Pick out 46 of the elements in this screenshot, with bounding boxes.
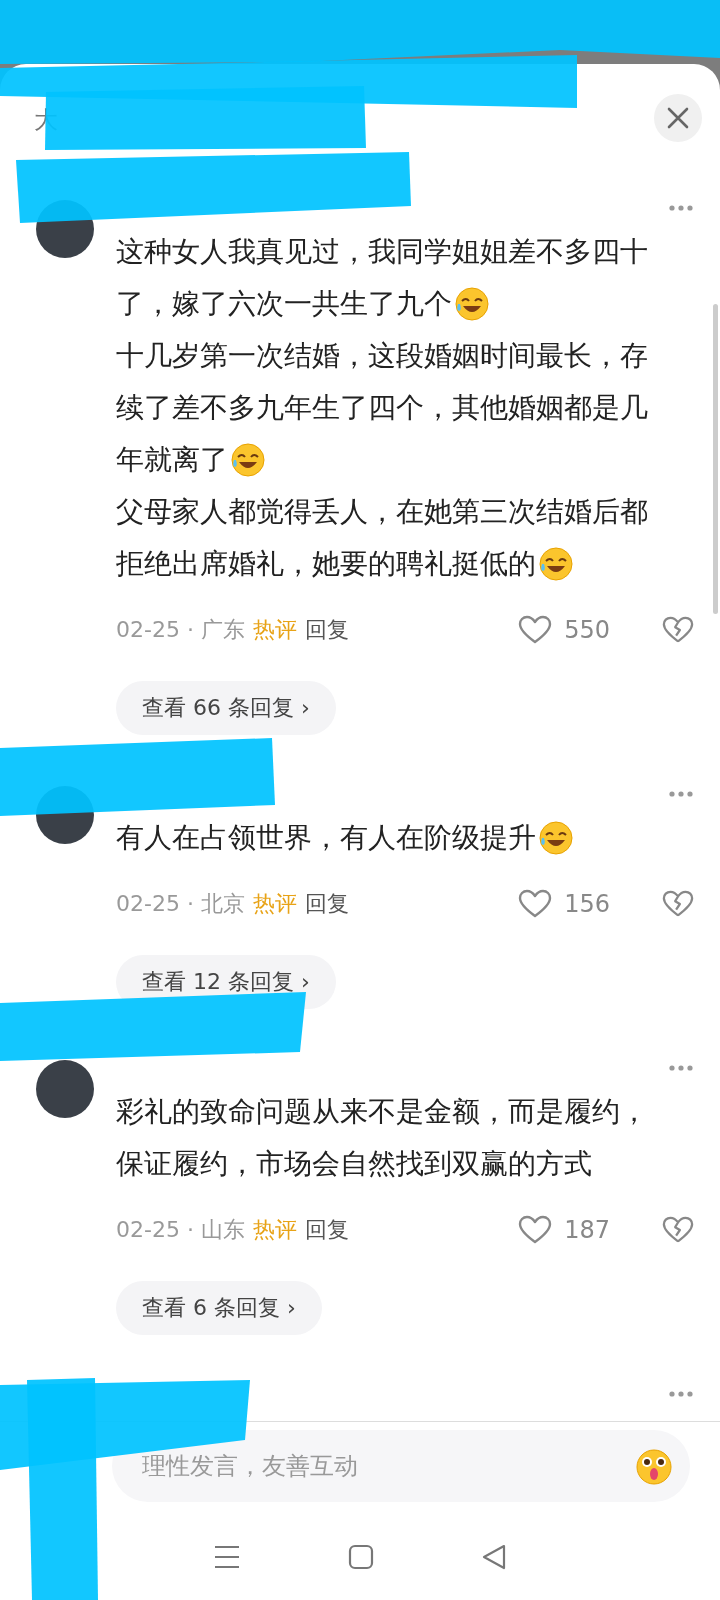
comment-date-location: 02-25 · 广东 bbox=[116, 616, 245, 644]
hot-comment-tag: 热评 bbox=[252, 1215, 297, 1245]
laughing-emoji-icon bbox=[538, 546, 574, 582]
laughing-emoji-icon bbox=[230, 442, 266, 478]
close-icon bbox=[666, 106, 690, 130]
hot-comment-tag: 热评 bbox=[252, 615, 297, 645]
heart-icon[interactable] bbox=[518, 1215, 553, 1245]
comment-text: 这种女人我真见过，我同学姐姐差不多四十 bbox=[116, 234, 648, 270]
broken-heart-icon[interactable] bbox=[662, 615, 694, 645]
heart-icon[interactable] bbox=[518, 889, 553, 919]
more-icon[interactable] bbox=[668, 790, 694, 798]
view-replies-button[interactable]: 查看 66 条回复 › bbox=[116, 681, 336, 735]
comment-text: 彩礼的致命问题从来不是金额，而是履约， bbox=[116, 1094, 648, 1130]
close-button[interactable] bbox=[654, 94, 702, 142]
menu-icon[interactable] bbox=[213, 1544, 242, 1570]
broken-heart-icon[interactable] bbox=[662, 1215, 694, 1245]
reply-button[interactable]: 回复 bbox=[304, 889, 349, 919]
reply-button[interactable]: 回复 bbox=[304, 615, 349, 645]
more-icon[interactable] bbox=[668, 204, 694, 212]
like-count: 187 bbox=[564, 1216, 610, 1244]
comment-input-field[interactable]: 理性发言，友善互动 bbox=[112, 1430, 690, 1502]
comment-text: 拒绝出席婚礼，她要的聘礼挺低的 bbox=[116, 546, 536, 582]
comment-text: 保证履约，市场会自然找到双赢的方式 bbox=[116, 1146, 592, 1182]
more-icon[interactable] bbox=[668, 1064, 694, 1072]
broken-heart-icon[interactable] bbox=[662, 889, 694, 919]
reply-button[interactable]: 回复 bbox=[304, 1215, 349, 1245]
avatar[interactable] bbox=[36, 1060, 94, 1118]
comment-text: 了，嫁了六次一共生了九个 bbox=[116, 286, 452, 322]
home-icon[interactable] bbox=[348, 1544, 374, 1570]
comment-date-location: 02-25 · 山东 bbox=[116, 1216, 245, 1244]
comment-text: 年就离了 bbox=[116, 442, 228, 478]
comment-text: 有人在占领世界，有人在阶级提升 bbox=[116, 820, 536, 856]
heart-icon[interactable] bbox=[518, 615, 553, 645]
laughing-emoji-icon bbox=[538, 820, 574, 856]
comment-text: 十几岁第一次结婚，这段婚姻时间最长，存 bbox=[116, 338, 648, 374]
hot-comment-tag: 热评 bbox=[252, 889, 297, 919]
surprised-emoji-icon[interactable] bbox=[634, 1446, 674, 1486]
like-count: 156 bbox=[564, 890, 610, 918]
view-replies-button[interactable]: 查看 6 条回复 › bbox=[116, 1281, 322, 1335]
back-icon[interactable] bbox=[480, 1544, 507, 1570]
more-icon[interactable] bbox=[668, 1390, 694, 1398]
comment-text: 续了差不多九年生了四个，其他婚姻都是几 bbox=[116, 390, 648, 426]
comment-date-location: 02-25 · 北京 bbox=[116, 890, 245, 918]
laughing-emoji-icon bbox=[454, 286, 490, 322]
like-count: 550 bbox=[564, 616, 610, 644]
comment-text: 父母家人都觉得丢人，在她第三次结婚后都 bbox=[116, 494, 648, 530]
